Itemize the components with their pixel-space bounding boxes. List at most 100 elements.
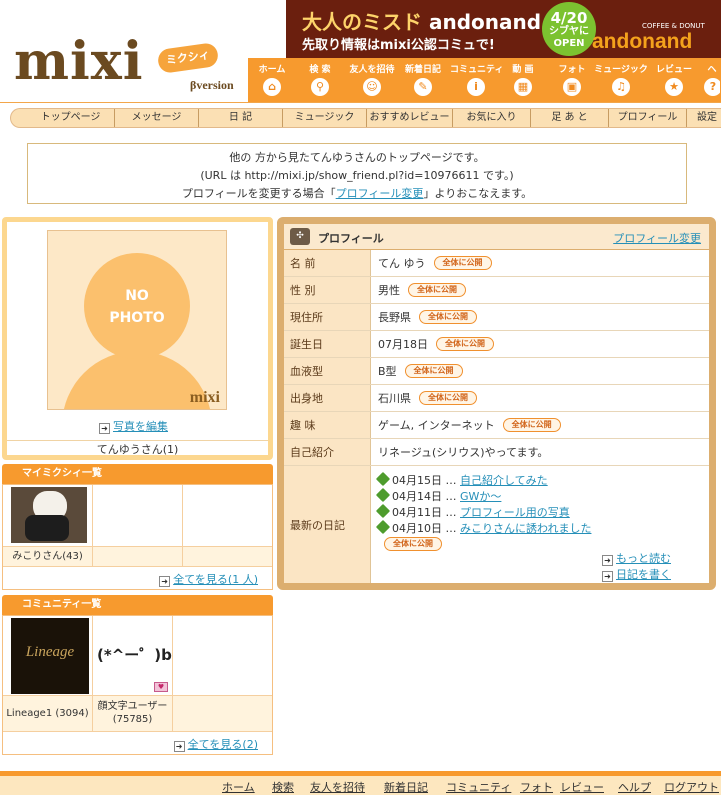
info-icon: i <box>467 78 485 96</box>
top-nav-label: 新着日記 <box>404 65 441 75</box>
menu-settings[interactable]: 設定 <box>687 109 721 127</box>
profile-value: 石川県 <box>378 392 411 405</box>
menu-music[interactable]: ミュージック <box>283 109 367 127</box>
public-badge: 全体に公開 <box>404 364 463 378</box>
kaomoji-thumb[interactable]: (*^ー゜)b <box>97 644 172 665</box>
pencil-icon <box>375 503 391 519</box>
footer-link-new-diary[interactable]: 新着日記 <box>384 779 428 795</box>
community-empty-cell <box>173 616 272 696</box>
notice-line-3-prefix: プロフィールを変更する場合「 <box>181 187 336 200</box>
diary-more-link[interactable]: もっと読む <box>616 552 671 565</box>
profile-row-gender: 性 別男性 全体に公開 <box>284 277 709 304</box>
friend-thumb-cell[interactable] <box>3 485 93 547</box>
diary-title-link[interactable]: みこりさんに誘われました <box>460 522 591 535</box>
arrow-right-icon: ➜ <box>99 423 110 434</box>
diary-write-row: ➜ 日記を書く <box>602 566 671 582</box>
banner-open-date: 4/20 <box>550 9 588 27</box>
friends-see-all-link[interactable]: 全てを見る(1 人) <box>173 573 258 586</box>
community-thumb-cell[interactable]: Lineage <box>3 616 93 696</box>
diary-more-row: ➜ もっと読む <box>602 550 671 566</box>
community-name[interactable]: 顔文字ユーザー (75785) <box>93 696 173 732</box>
profile-edit-link[interactable]: プロフィール変更 <box>336 187 424 200</box>
footer-link-community[interactable]: コミュニティ <box>446 779 511 795</box>
footer-link-photo[interactable]: フォト <box>520 779 553 795</box>
profile-value-row: B型 全体に公開 <box>378 358 463 384</box>
notice-box: 他の 方から見たてんゆうさんのトップページです。 (URL は http://m… <box>27 143 687 204</box>
profile-value-row: 男性 全体に公開 <box>378 277 466 303</box>
community-grid: Lineage (*^ー゜)b ♥ Lineage1 (3094) 顔文字ユーザ… <box>2 615 273 755</box>
diary-entry: 04月15日 … 自己紹介してみた <box>375 471 548 488</box>
diary-write-link[interactable]: 日記を書く <box>616 568 671 581</box>
diary-date: 04月11日 <box>392 506 442 519</box>
no-photo-placeholder: NO PHOTO <box>84 253 190 359</box>
pencil-icon <box>375 519 391 535</box>
community-see-all-link[interactable]: 全てを見る(2) <box>188 738 258 751</box>
profile-label: 誕生日 <box>284 331 371 357</box>
search-icon: ⚲ <box>311 78 329 96</box>
profile-edit-link[interactable]: プロフィール変更 <box>613 230 701 246</box>
menu-top-page[interactable]: トップページ <box>27 109 115 127</box>
profile-label: 自己紹介 <box>284 439 371 465</box>
footer-link-invite[interactable]: 友人を招待 <box>310 779 365 795</box>
menu-reviews[interactable]: おすすめレビュー <box>367 109 453 127</box>
top-nav-label: コミュニティ <box>450 65 504 75</box>
menu-messages[interactable]: メッセージ <box>115 109 199 127</box>
public-badge: 全体に公開 <box>384 537 442 551</box>
top-nav-community[interactable]: コミュニティ i <box>450 62 504 102</box>
top-nav-video[interactable]: 動 画 ▦ <box>508 62 538 102</box>
friend-name[interactable]: みこりさん(43) <box>3 547 93 567</box>
diary-date: 04月15日 <box>392 474 442 487</box>
top-nav-music[interactable]: ミュージック ♫ <box>594 62 648 102</box>
footer-link-logout[interactable]: ログアウト <box>664 779 719 795</box>
notice-line-2: (URL は http://mixi.jp/show_friend.pl?id=… <box>200 169 514 182</box>
top-nav-review[interactable]: レビュー ★ <box>654 62 694 102</box>
banner-open-badge: 4/20 シブヤに OPEN <box>542 2 596 56</box>
profile-value: 07月18日 <box>378 338 428 351</box>
diary-title-link[interactable]: プロフィール用の写真 <box>460 506 570 519</box>
menu-footprints[interactable]: 足 あ と <box>531 109 609 127</box>
menu-diary[interactable]: 日 記 <box>199 109 283 127</box>
footer-link-search[interactable]: 検索 <box>272 779 294 795</box>
profile-label: 最新の日記 <box>284 466 371 583</box>
friend-photo[interactable] <box>11 487 87 543</box>
mixi-logo[interactable]: mixi <box>14 36 144 88</box>
public-badge: 全体に公開 <box>419 391 477 405</box>
film-icon: ▦ <box>514 78 532 96</box>
photo-edit-row: ➜ 写真を編集 <box>99 418 168 434</box>
diary-entry: 04月14日 … GWか～ <box>375 487 501 504</box>
photo-edit-link[interactable]: 写真を編集 <box>113 420 168 433</box>
public-badge: 全体に公開 <box>502 418 561 432</box>
profile-row-hometown: 出身地 石川県 全体に公開 <box>284 385 709 412</box>
top-nav-invite[interactable]: 友人を招待 ☺ <box>346 62 398 102</box>
menu-profile[interactable]: プロフィール <box>609 109 687 127</box>
community-thumb-cell[interactable]: (*^ー゜)b ♥ <box>93 616 173 696</box>
profile-value: ゲーム, インターネット <box>378 419 495 432</box>
top-nav-home[interactable]: ホーム ⌂ <box>254 62 290 102</box>
notice-line-3-suffix: 」よりおこなえます。 <box>423 187 533 200</box>
profile-label: 趣 味 <box>284 412 371 438</box>
banner-headline-brand: andonand <box>428 10 542 34</box>
top-nav-search[interactable]: 検 索 ⚲ <box>302 62 338 102</box>
diary-date: 04月10日 <box>392 522 442 535</box>
ad-banner[interactable]: 大人のミスド andonand 先取り情報はmixi公認コミュで! 4/20 シブ… <box>286 0 721 58</box>
lineage-logo[interactable]: Lineage <box>11 618 89 694</box>
logo-badge: ミクシィ <box>156 41 220 75</box>
diary-title-link[interactable]: 自己紹介してみた <box>460 474 548 487</box>
top-nav-help[interactable]: ヘ? <box>704 62 720 102</box>
top-nav-photo[interactable]: フォト ▣ <box>554 62 590 102</box>
home-icon: ⌂ <box>263 78 281 96</box>
profile-header: ✣ プロフィール プロフィール変更 <box>284 224 709 250</box>
diary-date: 04月14日 <box>392 490 442 503</box>
diary-title-link[interactable]: GWか～ <box>460 490 501 503</box>
menu-favorites[interactable]: お気に入り <box>453 109 531 127</box>
top-nav-new-diary[interactable]: 新着日記 ✎ <box>400 62 446 102</box>
footer-link-home[interactable]: ホーム <box>222 779 255 795</box>
profile-value-row: 07月18日 全体に公開 <box>378 331 494 357</box>
community-name[interactable]: Lineage1 (3094) <box>3 696 93 732</box>
top-nav-label: ホーム <box>258 65 286 75</box>
profile-value: B型 <box>378 365 397 378</box>
profile-value-row: 石川県 全体に公開 <box>378 385 477 411</box>
footer-link-help[interactable]: ヘルプ <box>618 779 651 795</box>
no-photo-text-2: PHOTO <box>109 310 165 326</box>
footer-link-review[interactable]: レビュー <box>560 779 604 795</box>
